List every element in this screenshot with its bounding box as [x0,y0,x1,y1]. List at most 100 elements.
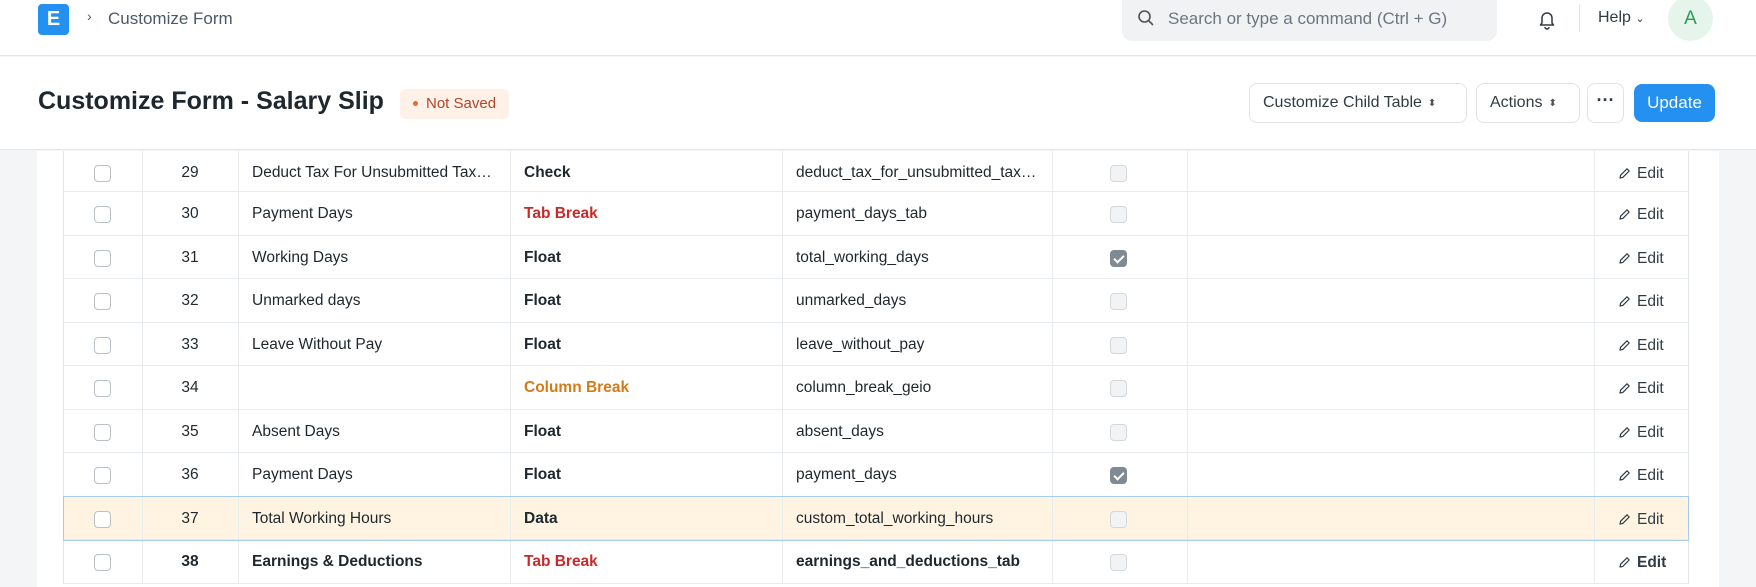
column-divider [510,409,511,452]
customize-child-table-label: Customize Child Table [1263,94,1422,111]
edit-label: Edit [1637,423,1664,441]
actions-button[interactable]: Actions ⬍ [1476,83,1580,123]
column-divider [510,151,511,191]
column-divider [782,409,783,452]
column-divider [1187,409,1188,452]
help-label: Help [1598,9,1631,26]
table-row[interactable]: 32 Unmarked days Float unmarked_days Edit [64,279,1688,323]
column-divider [782,366,783,409]
table-row[interactable]: 30 Payment Days Tab Break payment_days_tab E… [64,192,1688,236]
column-divider [1052,192,1053,235]
column-divider [1594,366,1595,409]
status-badge: Not Saved [400,89,510,119]
row-select-checkbox[interactable] [94,293,111,310]
edit-row-button[interactable]: Edit [1618,411,1664,454]
search-bar[interactable]: Search or type a command (Ctrl + G) [1122,0,1497,41]
table-row[interactable]: 33 Leave Without Pay Float leave_without_pa… [64,322,1688,367]
row-index: 30 [181,205,199,222]
column-divider [1594,409,1595,452]
field-flag-checkbox[interactable] [1110,336,1127,354]
column-divider [1594,496,1595,539]
breadcrumb-customize-form[interactable]: Customize Form [108,9,233,29]
column-divider [1594,453,1595,496]
field-flag-checkbox[interactable] [1110,165,1127,182]
fields-table: 29 Deduct Tax For Unsubmitted Tax… Check de… [63,151,1689,584]
edit-row-button[interactable]: Edit [1618,152,1664,195]
column-divider [1594,235,1595,278]
table-row[interactable]: 34 Column Break column_break_geio Edit [64,366,1688,410]
edit-row-button[interactable]: Edit [1618,324,1664,367]
user-avatar[interactable]: A [1668,0,1713,41]
column-divider [1187,279,1188,322]
edit-label: Edit [1637,554,1667,571]
more-options-button[interactable]: ··· [1587,83,1624,123]
field-type: Tab Break [524,553,598,570]
pencil-icon [1619,557,1630,568]
edit-row-button[interactable]: Edit [1618,541,1666,584]
row-index: 29 [181,164,199,181]
column-divider [1594,322,1595,365]
column-divider [1052,279,1053,322]
help-dropdown[interactable]: Help ⌄ [1598,9,1645,27]
column-divider [238,279,239,322]
row-select-checkbox[interactable] [94,467,111,484]
column-divider [782,192,783,235]
pencil-icon [1619,426,1630,438]
edit-row-button[interactable]: Edit [1618,280,1664,323]
edit-row-button[interactable]: Edit [1618,498,1664,541]
column-divider [1052,453,1053,496]
row-select-checkbox[interactable] [94,380,111,397]
table-row[interactable]: 38 Earnings & Deductions Tab Break earnings… [64,540,1688,584]
column-divider [510,366,511,409]
column-divider [238,540,239,583]
table-row[interactable]: 29 Deduct Tax For Unsubmitted Tax… Check de… [64,151,1688,192]
field-flag-checkbox[interactable] [1110,467,1127,484]
row-index: 38 [181,553,199,570]
row-select-checkbox[interactable] [94,336,111,354]
edit-row-button[interactable]: Edit [1618,367,1664,410]
pencil-icon [1619,168,1630,179]
field-flag-checkbox[interactable] [1110,249,1127,267]
row-select-checkbox[interactable] [94,165,111,182]
field-flag-checkbox[interactable] [1110,380,1127,397]
row-select-checkbox[interactable] [94,554,111,571]
edit-row-button[interactable]: Edit [1618,193,1664,236]
field-flag-checkbox[interactable] [1110,423,1127,441]
row-select-checkbox[interactable] [94,510,111,528]
column-divider [238,496,239,539]
field-flag-checkbox[interactable] [1110,554,1127,571]
table-row[interactable]: 37 Total Working Hours Data custom_total_wo… [63,495,1689,541]
field-label: Leave Without Pay [252,335,383,353]
notification-bell-icon[interactable] [1536,8,1558,30]
column-divider [238,192,239,235]
actions-label: Actions [1490,94,1543,111]
edit-row-button[interactable]: Edit [1618,454,1664,497]
column-divider [782,540,783,583]
app-logo[interactable]: E [38,4,69,35]
field-type: Data [524,509,558,527]
column-divider [782,235,783,278]
column-divider [782,496,783,539]
field-type: Float [524,248,562,266]
column-divider [1594,540,1595,583]
update-button[interactable]: Update [1634,84,1715,122]
field-name: payment_days [796,466,897,483]
field-flag-checkbox[interactable] [1110,293,1127,310]
table-row[interactable]: 31 Working Days Float total_working_days Edi… [64,235,1688,280]
edit-row-button[interactable]: Edit [1618,237,1664,280]
customize-child-table-button[interactable]: Customize Child Table ⬍ [1249,83,1467,123]
column-divider [782,151,783,191]
column-divider [1187,192,1188,235]
field-flag-checkbox[interactable] [1110,206,1127,223]
field-name: custom_total_working_hours [796,509,994,527]
row-select-checkbox[interactable] [94,249,111,267]
field-flag-checkbox[interactable] [1110,510,1127,528]
row-index: 36 [181,466,199,483]
table-row[interactable]: 35 Absent Days Float absent_days Edit [64,409,1688,454]
edit-label: Edit [1637,165,1664,182]
row-select-checkbox[interactable] [94,206,111,223]
column-divider [1187,151,1188,191]
row-select-checkbox[interactable] [94,423,111,441]
row-index: 37 [181,509,199,527]
table-row[interactable]: 36 Payment Days Float payment_days Edit [64,453,1688,497]
